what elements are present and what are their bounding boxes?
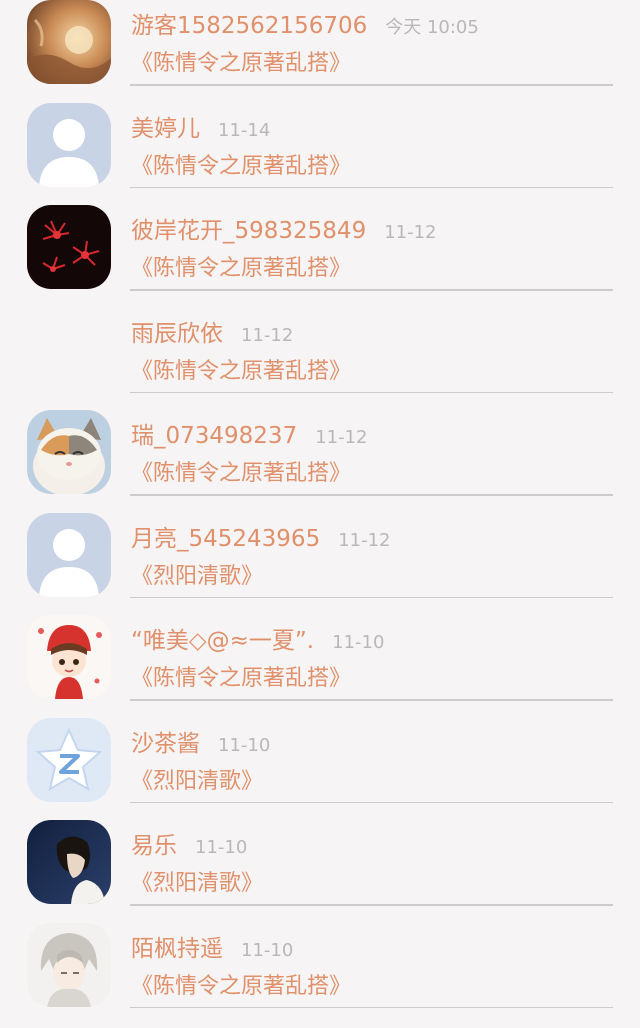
- list-item[interactable]: 月亮_545243965 11-12 《烈阳清歌》: [0, 501, 640, 604]
- book-title[interactable]: 《陈情令之原著乱搭》: [131, 455, 351, 487]
- list-item[interactable]: 美婷儿 11-14 《陈情令之原著乱搭》: [0, 91, 640, 194]
- list-item[interactable]: 彼岸花开_598325849 11-12 《陈情令之原著乱搭》: [0, 193, 640, 296]
- list-item[interactable]: 沙茶酱 11-10 《烈阳清歌》: [0, 706, 640, 809]
- landscape-avatar-icon[interactable]: [27, 0, 111, 84]
- divider: [130, 801, 613, 803]
- divider: [130, 391, 613, 393]
- list-item[interactable]: 游客1582562156706 今天 10:05 《陈情令之原著乱搭》: [0, 0, 640, 91]
- anime-boy-avatar-icon[interactable]: [27, 922, 111, 1007]
- list-item[interactable]: 瑞_073498237 11-12 《陈情令之原著乱搭》: [0, 398, 640, 501]
- book-title[interactable]: 《陈情令之原著乱搭》: [131, 148, 351, 180]
- book-title[interactable]: 《烈阳清歌》: [131, 865, 263, 897]
- dark-portrait-avatar-icon[interactable]: [27, 820, 111, 904]
- divider: [130, 1006, 613, 1008]
- timestamp: 11-12: [384, 222, 437, 243]
- book-title[interactable]: 《陈情令之原著乱搭》: [131, 250, 351, 282]
- timestamp: 11-10: [241, 939, 294, 961]
- timestamp: 11-10: [195, 837, 248, 858]
- user-name[interactable]: 彼岸花开_598325849: [131, 211, 366, 245]
- cartoon-girl-avatar-icon[interactable]: [27, 615, 111, 699]
- user-name[interactable]: 沙茶酱: [131, 724, 200, 758]
- user-name[interactable]: 美婷儿: [131, 109, 200, 143]
- user-name[interactable]: 易乐: [131, 826, 177, 860]
- book-title[interactable]: 《陈情令之原著乱搭》: [131, 968, 351, 1000]
- message-list: 游客1582562156706 今天 10:05 《陈情令之原著乱搭》 美婷儿 …: [0, 0, 640, 1028]
- timestamp: 11-10: [332, 632, 385, 653]
- book-title[interactable]: 《陈情令之原著乱搭》: [131, 45, 351, 77]
- user-name[interactable]: 月亮_545243965: [131, 519, 320, 553]
- book-title[interactable]: 《烈阳清歌》: [131, 763, 263, 795]
- default-person-avatar-icon[interactable]: [27, 512, 111, 597]
- divider: [130, 596, 613, 598]
- divider: [130, 186, 613, 188]
- divider: [130, 289, 613, 291]
- default-person-avatar-icon[interactable]: [27, 102, 111, 187]
- user-name[interactable]: 游客1582562156706: [131, 6, 367, 40]
- divider: [130, 699, 613, 701]
- user-name[interactable]: 陌枫持遥: [131, 929, 223, 963]
- divider: [130, 494, 613, 496]
- timestamp: 11-10: [218, 734, 271, 756]
- timestamp: 11-12: [315, 427, 368, 448]
- timestamp: 11-12: [338, 529, 391, 551]
- timestamp: 11-14: [218, 119, 271, 141]
- timestamp: 11-12: [241, 324, 294, 346]
- list-item[interactable]: “唯美◇@≈一夏”. 11-10 《陈情令之原著乱搭》: [0, 603, 640, 706]
- book-title[interactable]: 《陈情令之原著乱搭》: [131, 660, 351, 692]
- divider: [130, 904, 613, 906]
- qq-star-avatar-icon[interactable]: [27, 717, 111, 802]
- user-name[interactable]: 瑞_073498237: [131, 416, 297, 450]
- list-item[interactable]: 易乐 11-10 《烈阳清歌》: [0, 808, 640, 911]
- divider: [130, 84, 613, 86]
- list-item[interactable]: 陌枫持遥 11-10 《陈情令之原著乱搭》: [0, 911, 640, 1014]
- cat-avatar-icon[interactable]: [27, 410, 111, 494]
- user-name[interactable]: “唯美◇@≈一夏”.: [131, 621, 314, 655]
- timestamp: 今天 10:05: [385, 17, 479, 38]
- user-name[interactable]: 雨辰欣依: [131, 314, 223, 348]
- book-title[interactable]: 《陈情令之原著乱搭》: [131, 353, 351, 385]
- list-item[interactable]: 雨辰欣依 11-12 《陈情令之原著乱搭》: [0, 296, 640, 399]
- red-spider-lily-avatar-icon[interactable]: [27, 205, 111, 289]
- book-title[interactable]: 《烈阳清歌》: [131, 558, 263, 590]
